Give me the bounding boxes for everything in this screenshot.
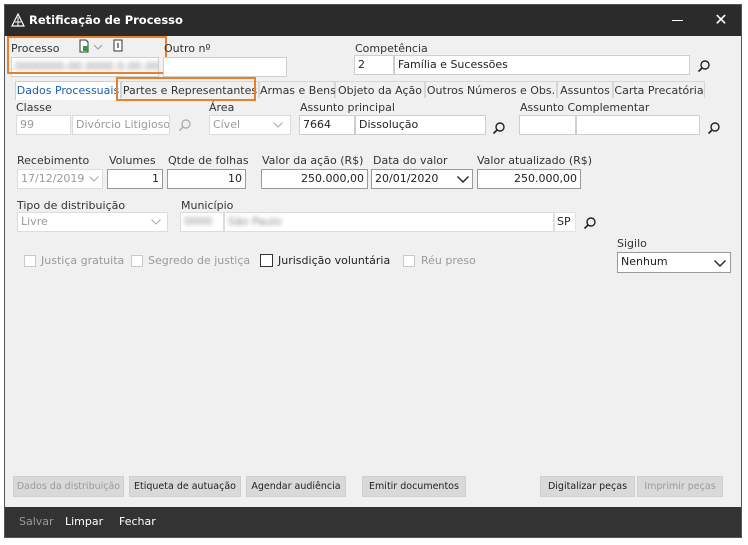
municipio-code-value: 0000: [184, 215, 212, 228]
tipo-distribuicao-value: Livre: [21, 215, 48, 228]
assunto-complementar-name-input[interactable]: [576, 115, 700, 135]
municipio-uf: SP: [554, 212, 576, 232]
etiqueta-autuacao-button[interactable]: Etiqueta de autuação: [129, 476, 241, 497]
valor-atualizado-input[interactable]: 250.000,00: [477, 169, 581, 189]
classe-search-icon[interactable]: [178, 118, 192, 132]
valor-atualizado-label: Valor atualizado (R$): [477, 154, 593, 167]
competencia-name-input[interactable]: Família e Sucessões: [394, 55, 690, 75]
imprimir-pecas-button[interactable]: Imprimir peças: [637, 476, 723, 497]
segredo-justica-checkbox[interactable]: [131, 255, 143, 267]
tipo-distribuicao-select[interactable]: Livre: [17, 212, 168, 232]
sigilo-label: Sigilo: [617, 237, 647, 250]
tab-dados-processuais[interactable]: Dados Processuais: [15, 81, 121, 100]
recebimento-chevron-down-icon[interactable]: [89, 176, 99, 182]
minimize-button[interactable]: [665, 11, 689, 29]
reu-preso-label: Réu preso: [421, 254, 476, 267]
municipio-code-input[interactable]: 0000: [180, 212, 224, 232]
competencia-label: Competência: [355, 42, 428, 55]
outro-numero-label: Outro nº: [164, 42, 211, 55]
window-title: Retificação de Processo: [29, 13, 183, 27]
assunto-principal-name-input[interactable]: Dissolução: [355, 115, 486, 135]
volumes-label: Volumes: [109, 154, 156, 167]
area-label: Área: [209, 101, 235, 114]
valor-acao-label: Valor da ação (R$): [262, 154, 364, 167]
jurisdicao-voluntaria-label: Jurisdição voluntária: [278, 254, 391, 267]
classe-name-input[interactable]: Divórcio Litigioso: [72, 115, 170, 135]
justica-gratuita-checkbox[interactable]: [24, 255, 36, 267]
valor-acao-input[interactable]: 250.000,00: [261, 169, 368, 189]
assunto-complementar-code-input[interactable]: [519, 115, 576, 135]
processo-highlight: [7, 36, 167, 74]
qtde-folhas-label: Qtde de folhas: [168, 154, 249, 167]
title-bar: Retificação de Processo ✕: [5, 5, 741, 36]
tab-objeto-acao[interactable]: Objeto da Ação: [335, 81, 425, 98]
segredo-justica-label: Segredo de justiça: [148, 254, 251, 267]
data-valor-chevron-down-icon[interactable]: [457, 176, 469, 183]
recebimento-value: 17/12/2019: [21, 172, 85, 185]
reu-preso-checkbox[interactable]: [403, 255, 415, 267]
competencia-search-icon[interactable]: [697, 59, 711, 73]
digitalizar-pecas-button[interactable]: Digitalizar peças: [540, 476, 635, 497]
classe-code-input[interactable]: 99: [16, 115, 71, 135]
municipio-label: Município: [181, 199, 234, 212]
municipio-name-value: São Paulo: [228, 215, 282, 228]
salvar-button[interactable]: Salvar: [19, 515, 54, 528]
justica-gratuita-label: Justiça gratuita: [41, 254, 125, 267]
tab-highlight: [116, 77, 256, 101]
sigilo-chevron-down-icon[interactable]: [714, 260, 726, 267]
footer-bar: Salvar Limpar Fechar: [5, 507, 741, 537]
tab-outros-numeros[interactable]: Outros Números e Obs.: [425, 81, 557, 98]
retificacao-window: Retificação de Processo ✕ Processo 00000…: [4, 4, 742, 538]
limpar-button[interactable]: Limpar: [65, 515, 103, 528]
close-button[interactable]: ✕: [709, 9, 733, 31]
recebimento-label: Recebimento: [17, 154, 90, 167]
volumes-input[interactable]: 1: [107, 169, 163, 189]
classe-label: Classe: [16, 101, 52, 114]
jurisdicao-voluntaria-checkbox[interactable]: [260, 254, 273, 267]
assunto-principal-label: Assunto principal: [300, 101, 395, 114]
tipo-distribuicao-label: Tipo de distribuição: [17, 199, 126, 212]
dados-distribuicao-button[interactable]: Dados da distribuição: [13, 476, 124, 497]
tab-carta-precatoria[interactable]: Carta Precatória: [613, 81, 705, 98]
tipo-distribuicao-chevron-down-icon[interactable]: [151, 219, 161, 225]
competencia-code-input[interactable]: 2: [354, 55, 394, 75]
fechar-button[interactable]: Fechar: [119, 515, 156, 528]
municipio-name-input[interactable]: São Paulo: [224, 212, 554, 232]
app-logo-icon: [11, 13, 25, 27]
data-valor-value: 20/01/2020: [375, 172, 439, 185]
tab-armas-bens[interactable]: Armas e Bens: [259, 81, 336, 98]
assunto-principal-code-input[interactable]: 7664: [299, 115, 355, 135]
area-value: Cível: [213, 118, 241, 131]
assunto-principal-search-icon[interactable]: [492, 121, 506, 135]
agendar-audiencia-button[interactable]: Agendar audiência: [246, 476, 346, 497]
outro-numero-input[interactable]: [163, 57, 287, 77]
assunto-complementar-label: Assunto Complementar: [520, 101, 650, 114]
municipio-search-icon[interactable]: [583, 216, 597, 230]
data-valor-label: Data do valor: [373, 154, 448, 167]
emitir-documentos-button[interactable]: Emitir documentos: [362, 476, 466, 497]
area-chevron-down-icon[interactable]: [273, 122, 283, 128]
tab-assuntos[interactable]: Assuntos: [557, 81, 613, 98]
sigilo-value: Nenhum: [621, 255, 668, 268]
qtde-folhas-input[interactable]: 10: [167, 169, 246, 189]
assunto-complementar-search-icon[interactable]: [707, 121, 721, 135]
